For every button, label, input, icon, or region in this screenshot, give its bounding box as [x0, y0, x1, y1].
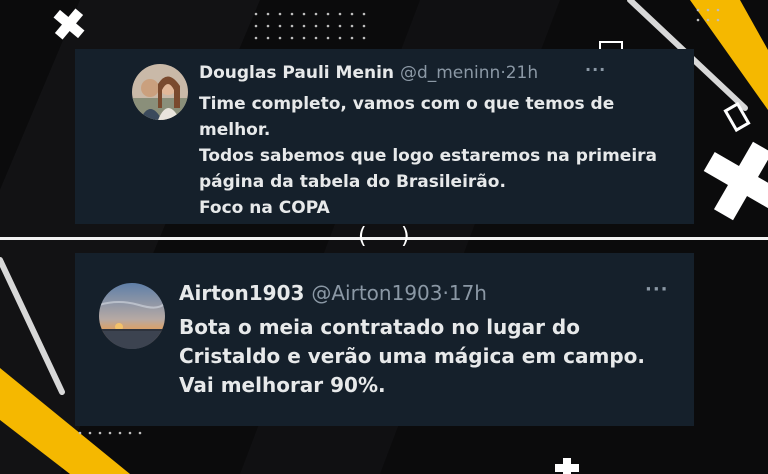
tweet-header: Douglas Pauli Menin @d_meninn·21h: [199, 63, 538, 83]
divider-close-paren: ): [401, 224, 410, 249]
plus-shape-right: [703, 141, 768, 221]
tweet-text: Bota o meia contratado no lugar do Crist…: [179, 315, 645, 397]
author-handle[interactable]: @Airton1903: [311, 281, 442, 305]
divider-open-paren: (: [358, 224, 367, 249]
plus-shape-bottom: [555, 458, 579, 474]
tweet-timestamp[interactable]: 17h: [449, 281, 487, 305]
more-options-icon[interactable]: ···: [585, 60, 606, 79]
tweet-card[interactable]: Airton1903 @Airton1903·17h Bota o meia c…: [75, 253, 694, 426]
couple-photo-avatar[interactable]: [132, 64, 188, 120]
center-divider-line: [0, 237, 768, 240]
author-name[interactable]: Airton1903: [179, 281, 304, 305]
tweet-timestamp[interactable]: 21h: [506, 63, 538, 83]
tweet-card[interactable]: Douglas Pauli Menin @d_meninn·21h Time c…: [75, 49, 694, 224]
tweet-text: Time completo, vamos com o que temos de …: [199, 94, 658, 218]
sunset-photo-avatar[interactable]: [99, 283, 165, 349]
more-options-icon[interactable]: ···: [645, 279, 669, 300]
author-handle[interactable]: @d_meninn: [400, 63, 500, 83]
tweet-header: Airton1903 @Airton1903·17h: [179, 281, 487, 305]
author-name[interactable]: Douglas Pauli Menin: [199, 63, 394, 83]
